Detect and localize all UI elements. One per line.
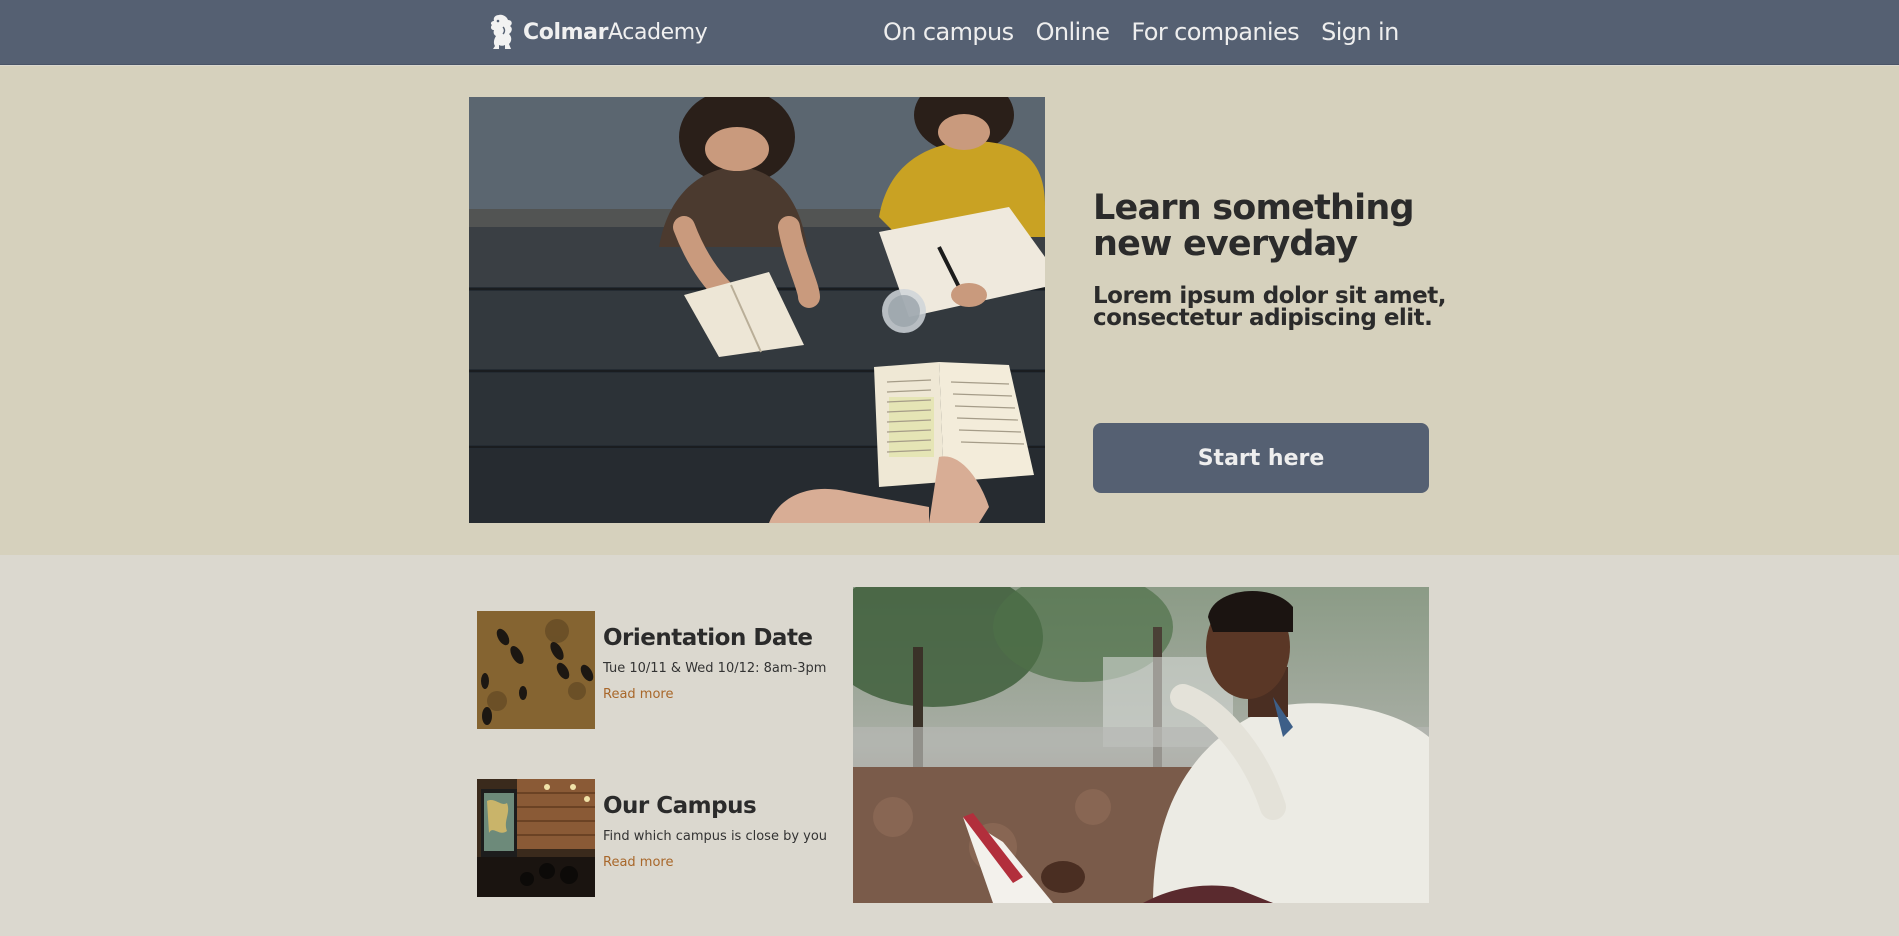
card-orientation-date: Orientation Date Tue 10/11 & Wed 10/12: … — [477, 611, 837, 729]
site-logo[interactable]: ColmarAcademy — [485, 12, 708, 52]
hero-section: Learn something new everyday Lorem ipsum… — [0, 66, 1899, 555]
thumb-people-walking-aerial — [477, 611, 595, 729]
nav-link-for-companies[interactable]: For companies — [1131, 18, 1299, 46]
lion-rampant-icon — [485, 13, 517, 51]
main-nav: On campus Online For companies Sign in — [883, 14, 1399, 50]
start-here-button[interactable]: Start here — [1093, 423, 1429, 493]
nav-link-online[interactable]: Online — [1036, 18, 1110, 46]
read-more-link[interactable]: Read more — [603, 855, 673, 870]
top-navigation-bar: ColmarAcademy On campus Online For compa… — [0, 0, 1899, 65]
card-title: Our Campus — [603, 793, 757, 819]
nav-link-on-campus[interactable]: On campus — [883, 18, 1014, 46]
hero-subtitle: Lorem ipsum dolor sit amet, consectetur … — [1093, 283, 1446, 331]
read-more-link[interactable]: Read more — [603, 687, 673, 702]
card-body: Orientation Date Tue 10/11 & Wed 10/12: … — [603, 625, 843, 702]
card-body: Our Campus Find which campus is close by… — [603, 793, 843, 870]
photo-man-reading-outdoors — [853, 587, 1429, 903]
card-description: Tue 10/11 & Wed 10/12: 8am-3pm — [603, 661, 827, 676]
info-section: Orientation Date Tue 10/11 & Wed 10/12: … — [0, 555, 1899, 936]
card-our-campus: Our Campus Find which campus is close by… — [477, 779, 837, 897]
hero-title: Learn something new everyday — [1093, 188, 1415, 264]
logo-wordmark: ColmarAcademy — [523, 19, 708, 45]
hero-photo-students-reading — [469, 97, 1045, 523]
card-description: Find which campus is close by you — [603, 829, 828, 844]
card-title: Orientation Date — [603, 625, 813, 651]
hero-copy: Learn something new everyday Lorem ipsum… — [1093, 190, 1453, 500]
nav-link-sign-in[interactable]: Sign in — [1321, 18, 1399, 46]
thumb-classroom-interior — [477, 779, 595, 897]
